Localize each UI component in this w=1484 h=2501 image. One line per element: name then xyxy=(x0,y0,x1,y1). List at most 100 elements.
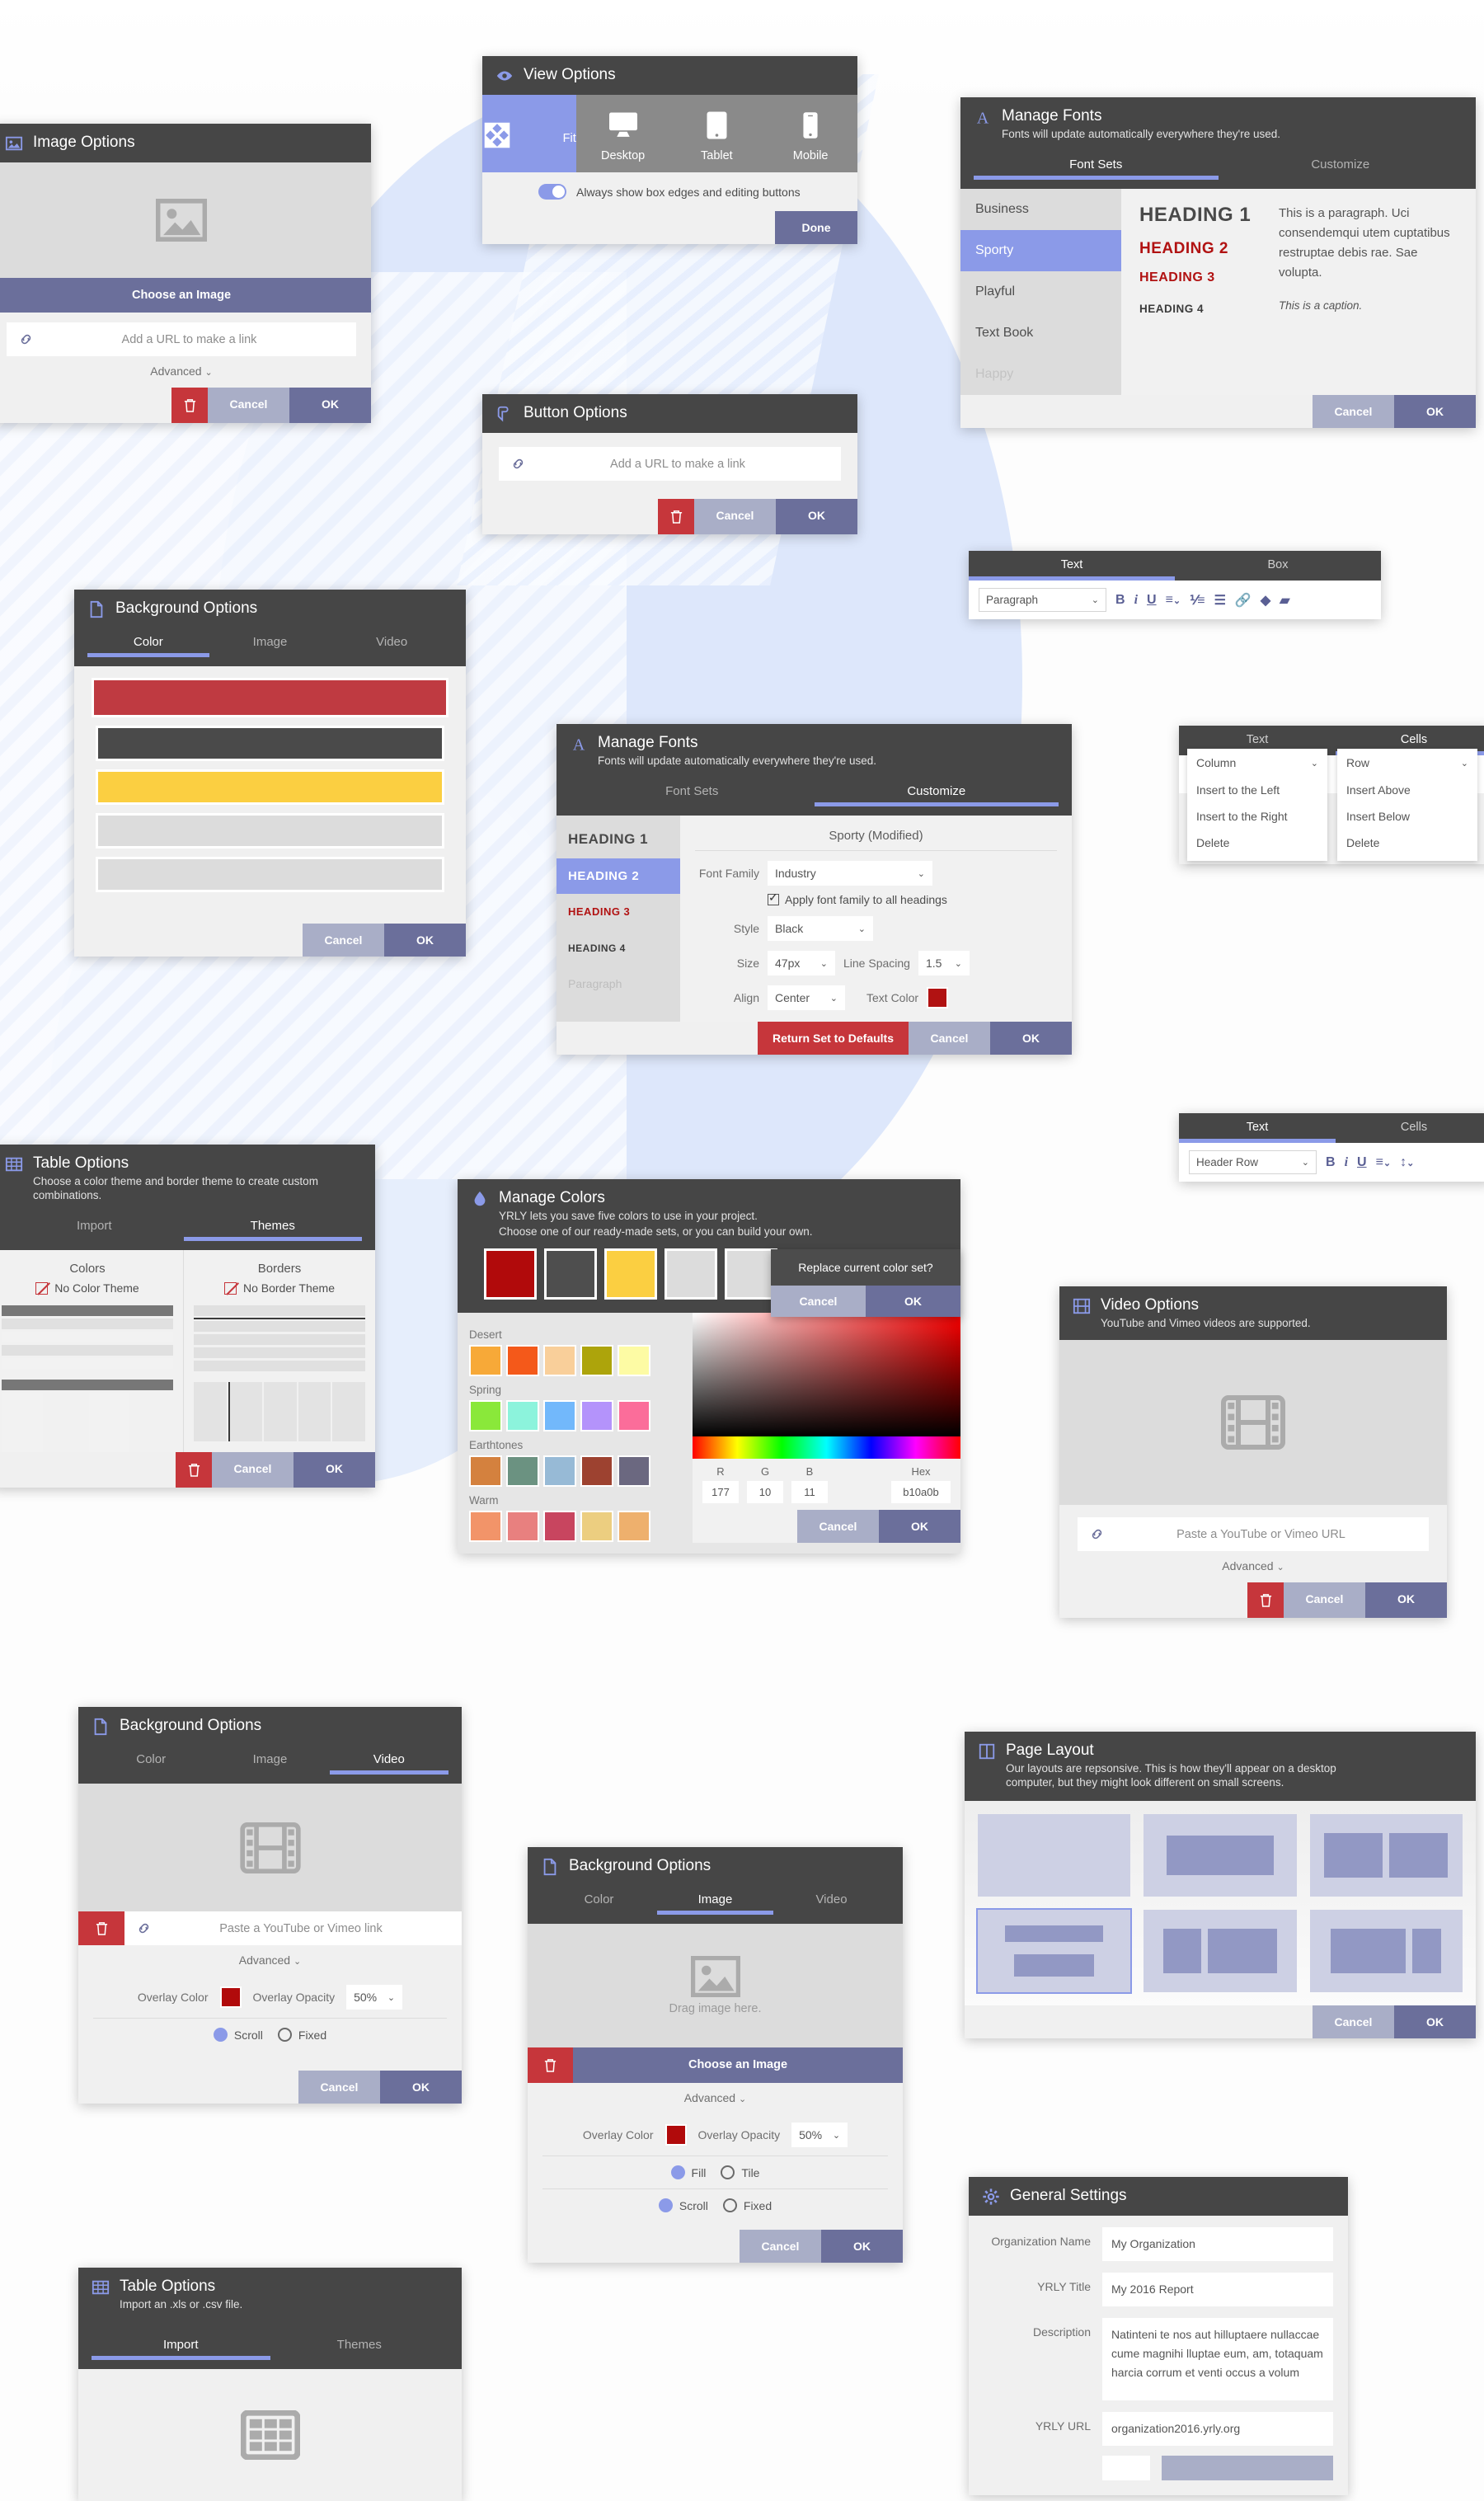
align-icon[interactable]: ≡⌄ xyxy=(1166,593,1181,608)
palette-warm[interactable] xyxy=(469,1511,681,1542)
layout-option-5[interactable] xyxy=(1144,1910,1297,1992)
radio-scroll[interactable]: Scroll xyxy=(658,2198,708,2212)
size-select[interactable]: 47px ⌄ xyxy=(768,951,835,975)
row-type-select[interactable]: Header Row ⌄ xyxy=(1189,1150,1317,1174)
menu-item-insert-above[interactable]: Insert Above xyxy=(1337,777,1477,803)
cancel-button[interactable]: Cancel xyxy=(1313,2005,1394,2038)
tab-color[interactable]: Color xyxy=(87,630,209,657)
overlay-color-swatch[interactable] xyxy=(665,2124,687,2146)
style-select[interactable]: Black ⌄ xyxy=(768,916,873,941)
cancel-button[interactable]: Cancel xyxy=(694,499,776,534)
tab-image[interactable]: Image xyxy=(657,1888,773,1915)
text-color-swatch[interactable] xyxy=(927,987,949,1008)
bold-icon[interactable]: B xyxy=(1115,593,1125,608)
radio-fill[interactable]: Fill xyxy=(670,2165,706,2179)
g-value[interactable]: 10 xyxy=(747,1481,783,1503)
choose-image-button[interactable]: Choose an Image xyxy=(0,278,371,313)
image-preview-placeholder[interactable] xyxy=(0,162,371,278)
menu-item-delete-column[interactable]: Delete xyxy=(1187,830,1327,861)
ok-button[interactable]: OK xyxy=(1394,395,1476,428)
current-color-1[interactable] xyxy=(484,1248,537,1300)
level-heading-4[interactable]: HEADING 4 xyxy=(556,930,680,966)
menu-item-insert-left[interactable]: Insert to the Left xyxy=(1187,777,1327,803)
border-theme-sample-2[interactable] xyxy=(194,1382,365,1441)
hex-value[interactable]: b10a0b xyxy=(891,1481,951,1503)
font-set-item-playful[interactable]: Playful xyxy=(960,271,1121,313)
row-menu-header[interactable]: Row ⌄ xyxy=(1337,749,1477,777)
bold-icon[interactable]: B xyxy=(1326,1155,1336,1170)
cancel-button[interactable]: Cancel xyxy=(740,2230,821,2263)
hue-slider[interactable] xyxy=(693,1436,960,1459)
menu-item-delete-row[interactable]: Delete xyxy=(1337,830,1477,861)
eraser-icon[interactable]: ▰ xyxy=(1280,592,1289,609)
tab-color[interactable]: Color xyxy=(541,1888,657,1914)
color-swatch-red[interactable] xyxy=(92,678,448,717)
tab-customize[interactable]: Customize xyxy=(814,779,1059,806)
ok-button[interactable]: OK xyxy=(380,2071,462,2104)
tab-import[interactable]: Import xyxy=(5,1214,184,1240)
color-theme-sample-1[interactable] xyxy=(2,1305,173,1369)
replace-ok-button[interactable]: OK xyxy=(866,1286,960,1317)
no-color-theme-checkbox[interactable]: No Color Theme xyxy=(2,1281,173,1295)
palette-spring[interactable] xyxy=(469,1400,681,1431)
picker-ok-button[interactable]: OK xyxy=(879,1510,960,1543)
show-box-edges-row[interactable]: Always show box edges and editing button… xyxy=(482,172,857,211)
current-color-4[interactable] xyxy=(665,1248,717,1300)
link-icon[interactable]: 🔗 xyxy=(1235,592,1252,609)
video-url-field[interactable]: Paste a YouTube or Vimeo URL xyxy=(1078,1517,1429,1551)
choose-image-button[interactable]: Choose an Image xyxy=(573,2047,903,2083)
view-mode-tablet[interactable]: Tablet xyxy=(669,95,764,172)
menu-item-insert-below[interactable]: Insert Below xyxy=(1337,803,1477,830)
settings-action-bar[interactable] xyxy=(1162,2456,1333,2480)
tab-themes[interactable]: Themes xyxy=(270,2333,449,2359)
settings-small-field[interactable] xyxy=(1102,2456,1150,2480)
cancel-button[interactable]: Cancel xyxy=(298,2071,380,2104)
delete-button[interactable] xyxy=(1247,1582,1284,1618)
image-drop-area[interactable]: Drag image here. xyxy=(528,1924,903,2047)
palette-earthtones[interactable] xyxy=(469,1455,681,1487)
tab-video[interactable]: Video xyxy=(329,1747,449,1775)
radio-fixed[interactable]: Fixed xyxy=(277,2028,326,2042)
overlay-opacity-select[interactable]: 50% ⌄ xyxy=(346,1985,403,2010)
advanced-toggle[interactable]: Advanced ⌄ xyxy=(78,1945,462,1977)
delete-button[interactable] xyxy=(171,388,208,423)
org-name-input[interactable]: My Organization xyxy=(1102,2227,1333,2261)
b-value[interactable]: 11 xyxy=(791,1481,828,1503)
layout-option-6[interactable] xyxy=(1309,1910,1463,1992)
current-color-5[interactable] xyxy=(725,1248,777,1300)
view-mode-fit[interactable]: Fit xyxy=(482,95,576,172)
layout-option-2[interactable] xyxy=(1144,1814,1297,1897)
ok-button[interactable]: OK xyxy=(776,499,857,534)
font-family-select[interactable]: Industry ⌄ xyxy=(768,861,932,886)
layout-option-1[interactable] xyxy=(978,1814,1131,1897)
level-heading-1[interactable]: HEADING 1 xyxy=(556,820,680,858)
cancel-button[interactable]: Cancel xyxy=(303,924,384,957)
menu-item-insert-right[interactable]: Insert to the Right xyxy=(1187,803,1327,830)
column-menu-header[interactable]: Column ⌄ xyxy=(1187,749,1327,777)
advanced-toggle[interactable]: Advanced ⌄ xyxy=(1059,1551,1447,1582)
color-theme-sample-2[interactable] xyxy=(2,1380,173,1452)
ok-button[interactable]: OK xyxy=(821,2230,903,2263)
cancel-button[interactable]: Cancel xyxy=(208,388,289,423)
color-swatch-dark[interactable] xyxy=(96,726,444,761)
yrly-title-input[interactable]: My 2016 Report xyxy=(1102,2273,1333,2306)
apply-all-headings-checkbox[interactable]: Apply font family to all headings xyxy=(768,891,1057,906)
delete-button[interactable] xyxy=(658,499,694,534)
ok-button[interactable]: OK xyxy=(384,924,466,957)
image-url-field[interactable]: Add a URL to make a link xyxy=(7,322,356,356)
font-set-item-sporty[interactable]: Sporty xyxy=(960,230,1121,271)
tab-import[interactable]: Import xyxy=(92,2333,270,2360)
line-height-icon[interactable]: ↕⌄ xyxy=(1400,1155,1414,1170)
current-color-3[interactable] xyxy=(604,1248,657,1300)
delete-button[interactable] xyxy=(176,1452,212,1488)
border-theme-sample-1[interactable] xyxy=(194,1305,365,1371)
cancel-button[interactable]: Cancel xyxy=(212,1452,294,1488)
level-paragraph[interactable]: Paragraph xyxy=(556,966,680,1003)
replace-cancel-button[interactable]: Cancel xyxy=(771,1286,866,1317)
button-url-field[interactable]: Add a URL to make a link xyxy=(499,447,841,481)
tab-box[interactable]: Box xyxy=(1175,551,1381,581)
line-spacing-select[interactable]: 1.5 ⌄ xyxy=(918,951,970,975)
palette-desert[interactable] xyxy=(469,1345,681,1376)
tab-customize[interactable]: Customize xyxy=(1219,153,1463,179)
cancel-button[interactable]: Cancel xyxy=(1284,1582,1365,1618)
